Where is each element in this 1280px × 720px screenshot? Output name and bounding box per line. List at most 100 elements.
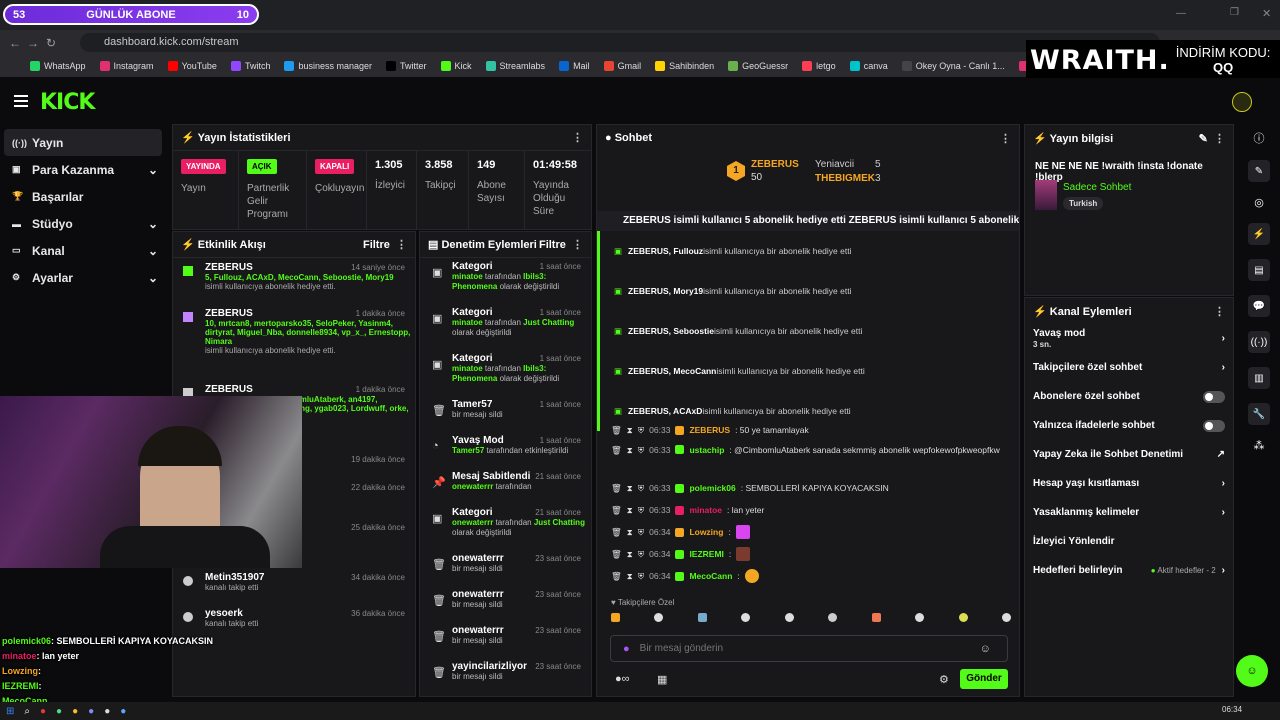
channel-action-row[interactable]: Hedefleri belirleyin ● Aktif hedefler - 2… (1025, 556, 1233, 585)
kicks-icon[interactable]: ●∞ (615, 673, 630, 685)
bookmark-item[interactable]: Streamlabs (485, 61, 545, 71)
close-icon[interactable]: ✕ (1262, 7, 1271, 20)
timeout-icon[interactable]: ⧗ (627, 445, 633, 456)
chevron-right-icon[interactable]: › (1222, 478, 1225, 489)
delete-icon[interactable]: 🗑 (611, 549, 622, 560)
sidebar-item-0[interactable]: ((·)) Yayın (4, 129, 162, 156)
url-input[interactable]: dashboard.kick.com/stream (80, 33, 1160, 52)
bookmark-item[interactable]: Twitch (230, 61, 270, 71)
chevron-right-icon[interactable]: › (1222, 333, 1225, 344)
bookmark-item[interactable]: Kick (440, 61, 472, 71)
channel-action-row[interactable]: Hesap yaşı kısıtlaması › (1025, 469, 1233, 498)
chat-message-input[interactable] (639, 643, 970, 654)
mod-actor[interactable]: minatoe (452, 272, 483, 281)
timeout-icon[interactable]: ⧗ (627, 571, 633, 582)
delete-icon[interactable]: 🗑 (611, 571, 622, 582)
channel-action-row[interactable]: Yalnızca ifadelerle sohbet (1025, 411, 1233, 440)
delete-icon[interactable]: 🗑 (611, 445, 622, 456)
bookmark-item[interactable]: Okey Oyna - Canlı 1... (901, 61, 1005, 71)
chevron-right-icon[interactable]: › (1222, 565, 1225, 576)
message-user[interactable]: minatoe (689, 505, 722, 515)
edit-layout-icon[interactable]: ✎ (1248, 160, 1270, 182)
message-user[interactable]: ustachip (689, 445, 724, 455)
events-filter-button[interactable]: Filtre (363, 239, 390, 251)
sidebar-item-4[interactable]: ▭ Kanal ⌄ (0, 237, 170, 264)
timeout-icon[interactable]: ⧗ (627, 527, 633, 538)
gift-names[interactable]: ZEBERUS, ACAxD (628, 406, 702, 416)
emote-6-icon[interactable] (828, 613, 838, 622)
broadcast-tool-icon[interactable]: ((·)) (1248, 331, 1270, 353)
server-icon[interactable]: ▥ (1248, 367, 1270, 389)
message-user[interactable]: polemick06 (689, 483, 735, 493)
modlog-more-icon[interactable]: ⋮ (572, 239, 583, 251)
bookmark-item[interactable]: Gmail (603, 61, 641, 71)
chevron-down-icon[interactable]: ⌄ (148, 271, 158, 285)
notes-icon[interactable]: ▤ (1248, 259, 1270, 281)
maximize-icon[interactable]: ❐ (1230, 7, 1239, 18)
search-icon[interactable]: ⌕ (24, 706, 30, 717)
channel-action-row[interactable]: İzleyici Yönlendir (1025, 527, 1233, 556)
emoji-icon[interactable]: ☺ (980, 643, 991, 655)
channel-action-row[interactable]: Yasaklanmış kelimeler › (1025, 498, 1233, 527)
timeout-icon[interactable]: ⧗ (627, 425, 633, 436)
delete-icon[interactable]: 🗑 (611, 527, 622, 538)
message-user[interactable]: ZEBERUS (689, 425, 730, 435)
emote-7-icon[interactable] (871, 613, 881, 622)
bookmark-item[interactable]: Twitter (386, 61, 427, 71)
chat-settings-icon[interactable]: ⚙ (939, 673, 949, 686)
bookmark-item[interactable]: Instagram (99, 61, 154, 71)
gift-names[interactable]: ZEBERUS, MecoCann (628, 366, 716, 376)
emote-1-icon[interactable] (611, 613, 620, 622)
delete-icon[interactable]: 🗑 (611, 483, 622, 494)
stats-more-icon[interactable]: ⋮ (572, 131, 583, 144)
leader-1-name[interactable]: ZEBERUS (751, 159, 799, 170)
mod-actor[interactable]: Tamer57 (452, 446, 484, 455)
chat-popout-icon[interactable]: 💬 (1248, 295, 1270, 317)
emote-5-icon[interactable] (784, 613, 794, 622)
hamburger-icon[interactable] (14, 95, 28, 107)
send-button[interactable]: Gönder (960, 669, 1008, 689)
emote-2-icon[interactable] (654, 613, 664, 622)
channel-action-row[interactable]: Takipçilere özel sohbet › (1025, 353, 1233, 382)
message-user[interactable]: MecoCann (689, 571, 732, 581)
mod-actor[interactable]: minatoe (452, 318, 483, 327)
channel-action-row[interactable]: Yavaş mod 3 sn. › (1025, 324, 1233, 353)
gift-names[interactable]: ZEBERUS, Mory19 (628, 286, 703, 296)
modlog-filter-button[interactable]: Filtre (539, 239, 566, 251)
events-more-icon[interactable]: ⋮ (396, 239, 407, 251)
leader-3-name[interactable]: THEBIGMEK (815, 173, 875, 184)
quick-action-icon[interactable]: ⚡ (1248, 223, 1270, 245)
chevron-right-icon[interactable]: › (1222, 362, 1225, 373)
apps-icon[interactable]: ⁂ (1254, 439, 1265, 452)
channel-action-row[interactable]: Yapay Zeka ile Sohbet Denetimi ↗ (1025, 440, 1233, 469)
timeout-icon[interactable]: ⧗ (627, 483, 633, 494)
emote-8-icon[interactable] (915, 613, 925, 622)
taskbar-app-icon[interactable]: ● (40, 706, 46, 717)
bookmark-item[interactable]: business manager (284, 61, 372, 71)
chevron-right-icon[interactable]: › (1222, 507, 1225, 518)
avatar[interactable] (1232, 92, 1252, 112)
back-icon[interactable]: ← (6, 36, 24, 50)
store-icon[interactable]: ▦ (657, 673, 667, 686)
bookmark-item[interactable]: Sahibinden (655, 61, 714, 71)
bookmark-item[interactable]: letgo (802, 61, 836, 71)
edit-icon[interactable]: ✎ (1199, 133, 1208, 145)
chat-more-icon[interactable]: ⋮ (1000, 132, 1011, 145)
chrome-icon[interactable]: ● (72, 706, 78, 717)
delete-icon[interactable]: 🗑 (611, 505, 622, 516)
bookmark-item[interactable]: canva (849, 61, 888, 71)
bookmark-item[interactable]: YouTube (167, 61, 217, 71)
gift-names[interactable]: ZEBERUS, Seboostie (628, 326, 714, 336)
chevron-down-icon[interactable]: ⌄ (148, 244, 158, 258)
mod-actor[interactable]: onewaterrr (452, 482, 493, 491)
sidebar-item-2[interactable]: 🏆 Başarılar (0, 183, 170, 210)
mic-icon[interactable]: ● (623, 643, 630, 655)
sidebar-item-1[interactable]: ▣ Para Kazanma ⌄ (0, 156, 170, 183)
timeout-icon[interactable]: ⧗ (627, 505, 633, 516)
timeout-icon[interactable]: ⧗ (627, 549, 633, 560)
channel-more-icon[interactable]: ⋮ (1214, 305, 1225, 318)
emote-9-icon[interactable] (958, 613, 968, 622)
info-more-icon[interactable]: ⋮ (1214, 133, 1225, 145)
bookmark-item[interactable]: GeoGuessr (728, 61, 788, 71)
channel-action-row[interactable]: Abonelere özel sohbet (1025, 382, 1233, 411)
